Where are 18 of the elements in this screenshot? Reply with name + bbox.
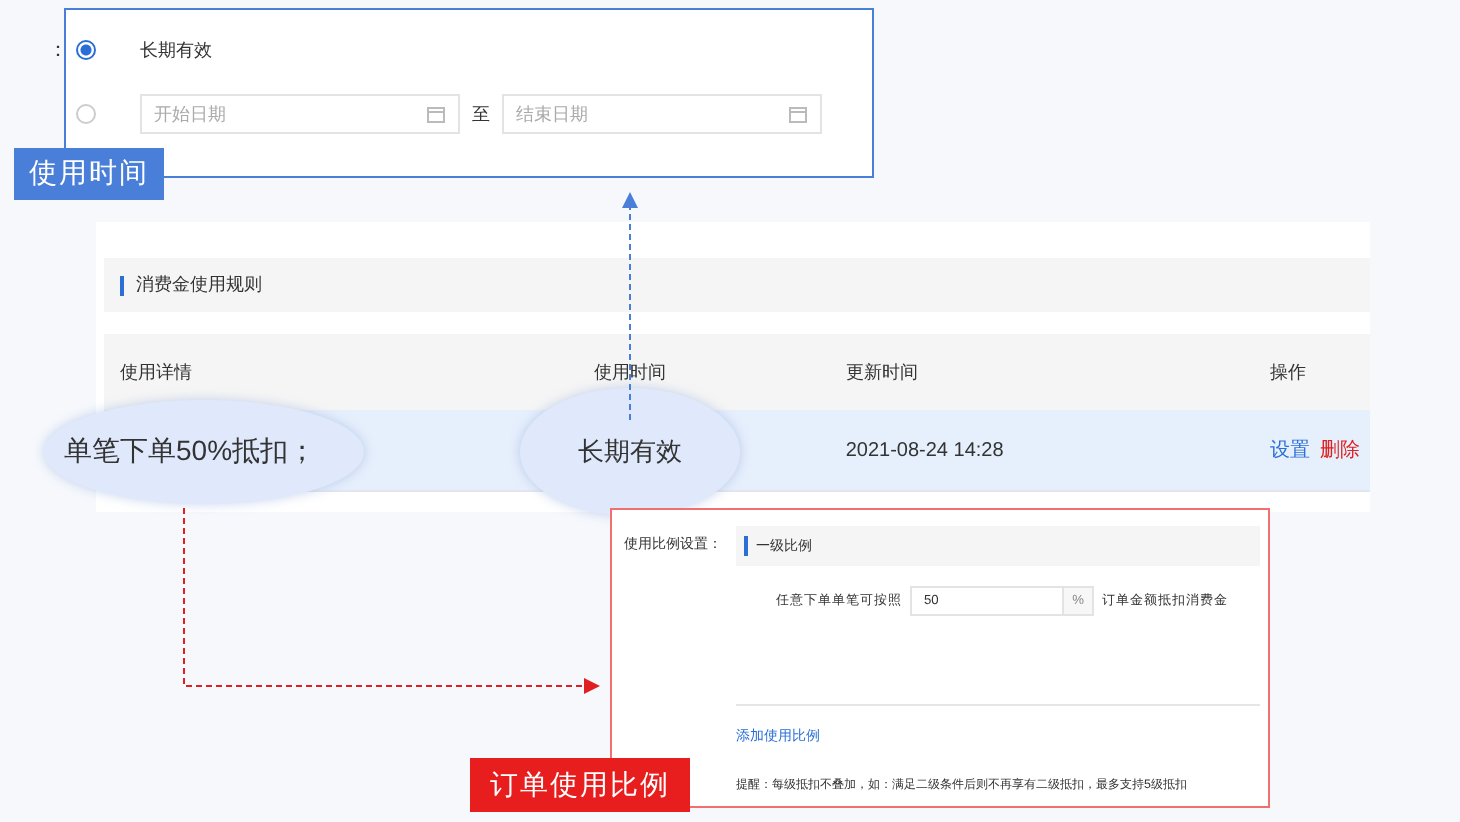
radio-button[interactable]: [76, 40, 96, 60]
date-field[interactable]: 结束日期: [502, 94, 822, 134]
column-header: 使用详情: [118, 359, 194, 385]
column-header: 使用时间: [594, 359, 669, 385]
section-title: 消费金使用规则: [136, 272, 262, 298]
field-label: ：: [46, 38, 70, 64]
radio-label: 长期有效: [140, 37, 212, 63]
callout-tag: 订单使用比例: [470, 758, 690, 812]
calendar-icon: [426, 104, 446, 124]
calendar-icon: [788, 104, 808, 124]
table-cell-text: 2021-08-24 14:28: [845, 439, 1006, 461]
column-header: 更新时间: [845, 359, 920, 385]
callout-tag: 使用时间: [14, 148, 164, 200]
range-separator: 至: [472, 101, 490, 127]
column-header: 操作: [1270, 359, 1309, 385]
action-link[interactable]: 删除: [1320, 436, 1361, 464]
date-field[interactable]: 开始日期: [140, 94, 460, 134]
action-link[interactable]: 设置: [1270, 436, 1311, 464]
